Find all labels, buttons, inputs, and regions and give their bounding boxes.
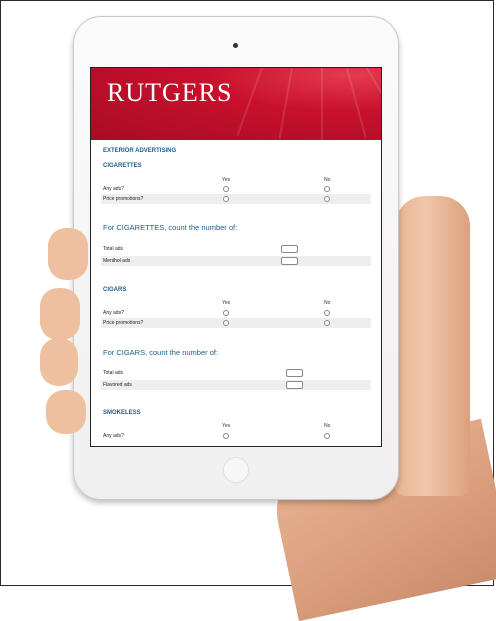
cigars-flavored-ads-row: Flavored ads	[101, 380, 371, 390]
radio-yes[interactable]	[223, 320, 229, 326]
col-no: No	[324, 300, 331, 306]
cigarettes-menthol-ads-row: Menthol ads	[101, 256, 371, 266]
total-ads-input[interactable]	[281, 245, 298, 253]
rutgers-banner: RUTGERS	[91, 68, 381, 140]
question-label: Price promotions?	[103, 320, 144, 326]
radio-no[interactable]	[324, 310, 330, 316]
cigars-heading: CIGARS	[103, 287, 127, 293]
count-label: Flavored ads	[103, 382, 132, 388]
radio-no[interactable]	[324, 186, 330, 192]
cigarettes-any-ads-row: Any ads?	[101, 184, 371, 194]
finger	[48, 228, 88, 280]
finger	[40, 288, 80, 340]
count-label: Total ads	[103, 246, 124, 252]
finger	[40, 338, 78, 386]
finger	[46, 390, 86, 434]
hand	[395, 196, 470, 496]
col-yes: Yes	[222, 423, 231, 429]
menthol-ads-input[interactable]	[281, 257, 298, 265]
question-label: Price promotions?	[103, 196, 144, 202]
radio-yes[interactable]	[223, 310, 229, 316]
home-button[interactable]	[223, 457, 249, 483]
radio-yes[interactable]	[223, 433, 229, 439]
rutgers-logo: RUTGERS	[107, 78, 233, 107]
flavored-ads-input[interactable]	[286, 381, 303, 389]
cigarettes-heading: CIGARETTES	[103, 163, 142, 169]
cigars-count-heading: For CIGARS, count the number of:	[103, 348, 219, 357]
smokeless-any-ads-row: Any ads?	[101, 431, 371, 441]
col-no: No	[324, 423, 331, 429]
radio-no[interactable]	[324, 320, 330, 326]
cigarettes-total-ads-row: Total ads	[101, 244, 371, 254]
question-label: Any ads?	[103, 186, 124, 192]
col-no: No	[324, 177, 331, 183]
camera-icon	[233, 43, 238, 48]
col-yes: Yes	[222, 177, 231, 183]
cigars-any-ads-row: Any ads?	[101, 308, 371, 318]
col-yes: Yes	[222, 300, 231, 306]
radio-yes[interactable]	[223, 196, 229, 202]
section-title: EXTERIOR ADVERTISING	[103, 148, 177, 154]
tablet-device: RUTGERS EXTERIOR ADVERTISING CIGARETTES …	[73, 16, 399, 500]
question-label: Any ads?	[103, 433, 124, 439]
cigars-total-ads-row: Total ads	[101, 368, 371, 378]
count-label: Total ads	[103, 370, 124, 376]
cigarettes-price-promotions-row: Price promotions?	[101, 194, 371, 204]
radio-yes[interactable]	[223, 186, 229, 192]
question-label: Any ads?	[103, 310, 124, 316]
total-ads-input[interactable]	[286, 369, 303, 377]
cigars-price-promotions-row: Price promotions?	[101, 318, 371, 328]
tablet-screen: RUTGERS EXTERIOR ADVERTISING CIGARETTES …	[90, 67, 382, 447]
cigarettes-count-heading: For CIGARETTES, count the number of:	[103, 223, 238, 232]
radio-no[interactable]	[324, 196, 330, 202]
radio-no[interactable]	[324, 433, 330, 439]
smokeless-heading: SMOKELESS	[103, 410, 141, 416]
count-label: Menthol ads	[103, 258, 131, 264]
